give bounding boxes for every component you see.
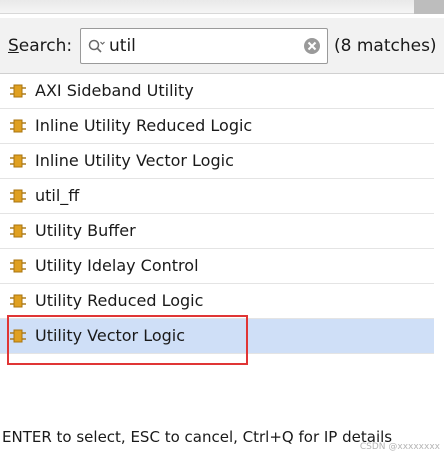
match-count: (8 matches) <box>334 36 437 56</box>
ip-core-icon <box>10 154 26 168</box>
ip-core-icon <box>10 119 26 133</box>
search-bar: Search: (8 matches) <box>0 18 444 74</box>
ip-search-popup: Search: (8 matches) AXI Sideband Utili <box>0 0 444 455</box>
window-top-strip <box>0 0 444 14</box>
ip-core-icon <box>10 84 26 98</box>
ip-core-icon <box>10 224 26 238</box>
list-item[interactable]: Utility Buffer <box>0 214 434 249</box>
list-item-label: util_ff <box>35 186 80 205</box>
list-item[interactable]: Utility Idelay Control <box>0 249 434 284</box>
list-item[interactable]: Utility Reduced Logic <box>0 284 434 319</box>
list-item[interactable]: Inline Utility Vector Logic <box>0 144 434 179</box>
ip-core-icon <box>10 294 26 308</box>
list-item-label: AXI Sideband Utility <box>35 81 194 100</box>
list-item[interactable]: AXI Sideband Utility <box>0 74 434 109</box>
search-input[interactable] <box>109 35 289 57</box>
list-item-label: Inline Utility Vector Logic <box>35 151 234 170</box>
footer-hint: ENTER to select, ESC to cancel, Ctrl+Q f… <box>2 428 393 446</box>
list-item[interactable]: util_ff <box>0 179 434 214</box>
search-label: Search: <box>8 36 73 56</box>
watermark: CSDN @xxxxxxxx <box>359 442 440 452</box>
ip-core-icon <box>10 259 26 273</box>
list-item[interactable]: Inline Utility Reduced Logic <box>0 109 434 144</box>
clear-search-icon[interactable] <box>303 37 321 55</box>
list-item-label: Utility Reduced Logic <box>35 291 204 310</box>
search-box[interactable] <box>80 28 328 64</box>
annotation-highlight-box <box>7 315 248 365</box>
list-item-label: Utility Buffer <box>35 221 136 240</box>
list-item-label: Utility Idelay Control <box>35 256 199 275</box>
list-item-label: Inline Utility Reduced Logic <box>35 116 253 135</box>
ip-core-icon <box>10 189 26 203</box>
search-icon <box>88 39 105 53</box>
footer-hint-bar: ENTER to select, ESC to cancel, Ctrl+Q f… <box>0 420 444 455</box>
